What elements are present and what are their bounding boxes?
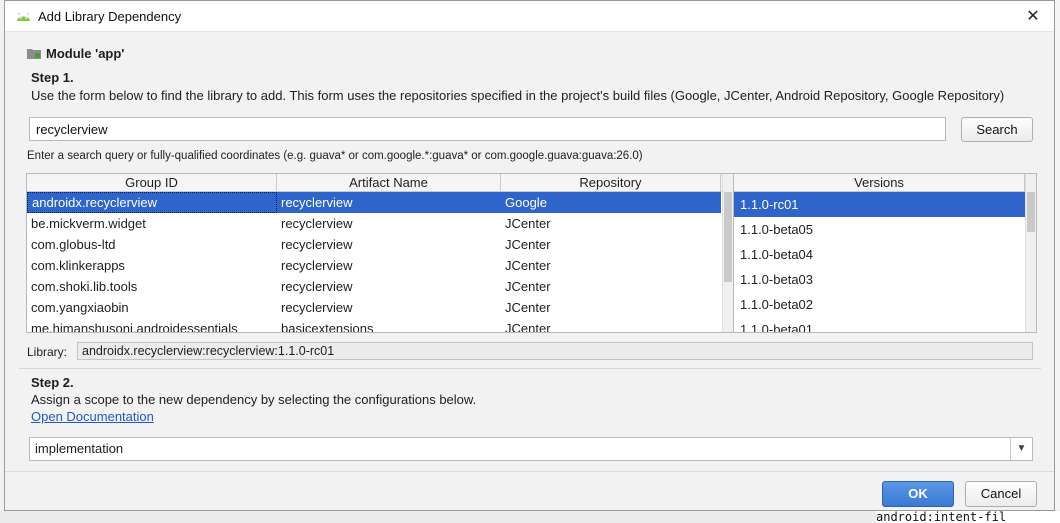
cell-group-id: me.himanshusoni.androidessentials (31, 321, 238, 333)
cell-artifact: recyclerview (281, 258, 353, 273)
versions-list: Versions 1.1.0-rc01 1.1.0-beta05 1.1.0-b… (733, 173, 1037, 333)
results-table-header: Group ID Artifact Name Repository (27, 174, 733, 192)
chevron-down-icon[interactable]: ▼ (1010, 438, 1032, 460)
step2-description: Assign a scope to the new dependency by … (31, 392, 477, 407)
cell-artifact: recyclerview (277, 192, 501, 213)
cell-repository: JCenter (505, 258, 551, 273)
results-scrollbar-thumb[interactable] (724, 192, 732, 282)
version-item[interactable]: 1.1.0-beta03 (734, 267, 1025, 292)
cell-group-id: be.mickverm.widget (31, 216, 146, 231)
divider (19, 368, 1041, 369)
add-library-dependency-dialog: Add Library Dependency ✕ Module 'app' St… (4, 0, 1055, 511)
open-documentation-link[interactable]: Open Documentation (31, 409, 154, 424)
table-row[interactable]: androidx.recyclerview recyclerview Googl… (27, 192, 733, 213)
column-header-group-id[interactable]: Group ID (27, 174, 277, 191)
module-header: Module 'app' (27, 44, 124, 62)
version-item[interactable]: 1.1.0-beta01 (734, 317, 1025, 332)
cell-group-id: com.shoki.lib.tools (31, 279, 138, 294)
cancel-button[interactable]: Cancel (965, 481, 1037, 507)
cell-artifact: recyclerview (281, 216, 353, 231)
cell-group-id: androidx.recyclerview (27, 192, 277, 213)
dialog-title: Add Library Dependency (38, 9, 182, 24)
version-item[interactable]: 1.1.0-beta05 (734, 217, 1025, 242)
table-row[interactable]: com.yangxiaobin recyclerview JCenter (27, 297, 733, 318)
step1-title: Step 1. (31, 70, 74, 85)
android-icon (17, 12, 30, 21)
column-header-repository[interactable]: Repository (501, 174, 721, 191)
scope-dropdown-value: implementation (35, 441, 124, 456)
library-coordinate-field: androidx.recyclerview:recyclerview:1.1.0… (77, 342, 1033, 360)
close-icon[interactable]: ✕ (1022, 6, 1044, 28)
version-item[interactable]: 1.1.0-beta02 (734, 292, 1025, 317)
title-bar: Add Library Dependency ✕ (5, 1, 1054, 32)
cell-repository: JCenter (505, 216, 551, 231)
cell-group-id: com.yangxiaobin (31, 300, 129, 315)
library-label: Library: (27, 345, 68, 359)
table-row[interactable]: me.himanshusoni.androidessentials basice… (27, 318, 733, 333)
table-row[interactable]: com.globus-ltd recyclerview JCenter (27, 234, 733, 255)
cell-repository: JCenter (505, 321, 551, 333)
module-label: Module 'app' (46, 45, 125, 61)
cell-repository: Google (501, 192, 721, 213)
search-hint: Enter a search query or fully-qualified … (27, 150, 643, 162)
cell-artifact: recyclerview (281, 237, 353, 252)
column-header-artifact-name[interactable]: Artifact Name (277, 174, 501, 191)
ok-button[interactable]: OK (882, 481, 954, 507)
table-row[interactable]: com.klinkerapps recyclerview JCenter (27, 255, 733, 276)
cell-artifact: recyclerview (281, 279, 353, 294)
scope-dropdown[interactable]: implementation ▼ (29, 437, 1033, 461)
cell-artifact: recyclerview (281, 300, 353, 315)
folder-icon (27, 48, 41, 59)
cell-repository: JCenter (505, 237, 551, 252)
versions-scrollbar[interactable] (1025, 174, 1036, 332)
version-item[interactable]: 1.1.0-beta04 (734, 242, 1025, 267)
search-input[interactable] (29, 117, 946, 141)
versions-header: Versions (734, 174, 1025, 192)
table-row[interactable]: be.mickverm.widget recyclerview JCenter (27, 213, 733, 234)
background-code-snippet: android:intent-fil (876, 511, 1060, 523)
cell-group-id: com.globus-ltd (31, 237, 116, 252)
cell-artifact: basicextensions (281, 321, 374, 333)
cell-repository: JCenter (505, 300, 551, 315)
cell-group-id: com.klinkerapps (31, 258, 125, 273)
step1-description: Use the form below to find the library t… (31, 88, 1005, 103)
search-button[interactable]: Search (961, 117, 1033, 142)
version-item[interactable]: 1.1.0-rc01 (734, 192, 1025, 217)
table-row[interactable]: com.shoki.lib.tools recyclerview JCenter (27, 276, 733, 297)
cell-repository: JCenter (505, 279, 551, 294)
versions-scrollbar-thumb[interactable] (1027, 192, 1035, 232)
results-table: Group ID Artifact Name Repository androi… (26, 173, 734, 333)
footer-divider (5, 471, 1054, 472)
results-scrollbar[interactable] (722, 174, 733, 332)
step2-title: Step 2. (31, 375, 74, 390)
